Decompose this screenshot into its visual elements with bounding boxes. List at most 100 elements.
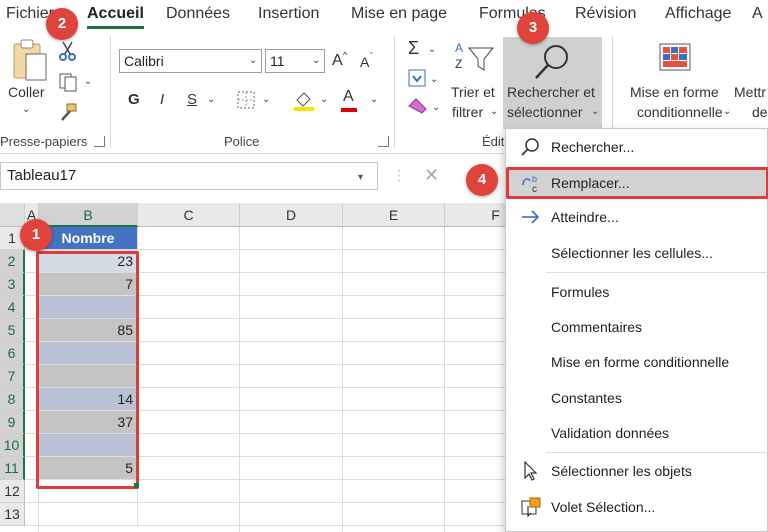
find-select-menu: Rechercher... b c Remplacer... Atteindre… <box>505 128 768 532</box>
clipboard-launcher-icon[interactable] <box>94 136 105 147</box>
row-header[interactable]: 11 <box>0 457 25 480</box>
menu-item-atteindre[interactable]: Atteindre... <box>506 201 768 233</box>
italic-button[interactable]: I <box>160 91 164 108</box>
font-color-button[interactable]: A <box>343 88 354 106</box>
menu-item-mise-en-forme-conditionnelle[interactable]: Mise en forme conditionnelle <box>506 346 768 378</box>
copy-icon[interactable] <box>58 72 80 92</box>
conditional-format-label-1[interactable]: Mise en forme <box>630 84 719 101</box>
format-as-table-label-1[interactable]: Mettr <box>734 84 766 101</box>
menu-item-selectionner-objets[interactable]: Sélectionner les objets <box>506 455 768 487</box>
menu-item-remplacer[interactable]: b c Remplacer... <box>506 167 768 199</box>
font-launcher-icon[interactable] <box>378 136 389 147</box>
fill-handle[interactable] <box>134 483 139 488</box>
row-header[interactable]: 12 <box>0 480 25 503</box>
row-header[interactable]: 7 <box>0 365 25 388</box>
column-header-b[interactable]: B <box>39 203 138 227</box>
conditional-format-label-2[interactable]: conditionnelle <box>637 104 723 121</box>
row-header[interactable]: 3 <box>0 273 25 296</box>
menu-item-validation-donnees[interactable]: Validation données <box>506 417 768 449</box>
empty-cells-area[interactable] <box>138 227 548 532</box>
font-name-dropdown-icon[interactable]: ⌄ <box>249 55 257 66</box>
column-header-e[interactable]: E <box>343 203 445 227</box>
svg-text:b: b <box>532 174 537 184</box>
autosum-icon[interactable]: Σ <box>408 38 419 59</box>
column-header-c[interactable]: C <box>138 203 240 227</box>
svg-text:A: A <box>455 41 463 55</box>
sort-filter-dropdown-icon[interactable]: ⌄ <box>490 106 498 117</box>
row-header[interactable]: 6 <box>0 342 25 365</box>
font-color-swatch <box>341 108 357 112</box>
copy-dropdown-icon[interactable]: ⌄ <box>84 76 92 87</box>
fill-color-dropdown-icon[interactable]: ⌄ <box>320 94 328 105</box>
conditional-format-dropdown-icon[interactable]: ⌄ <box>723 106 731 117</box>
tab-revision[interactable]: Révision <box>575 5 636 23</box>
find-select-label-1[interactable]: Rechercher et <box>507 84 595 101</box>
grow-font-button[interactable]: A <box>332 52 343 70</box>
row-header[interactable]: 2 <box>0 250 25 273</box>
row-header[interactable]: 9 <box>0 411 25 434</box>
menu-separator <box>546 272 768 273</box>
column-header-d[interactable]: D <box>240 203 343 227</box>
find-select-label-2[interactable]: sélectionner <box>507 104 583 121</box>
fill-dropdown-icon[interactable]: ⌄ <box>430 74 438 85</box>
menu-item-label: Atteindre... <box>551 209 619 225</box>
fill-down-icon[interactable] <box>407 68 427 88</box>
tab-affichage[interactable]: Affichage <box>665 5 731 23</box>
menu-item-formules[interactable]: Formules <box>506 276 768 308</box>
cut-icon[interactable] <box>58 40 78 62</box>
paste-label[interactable]: Coller <box>8 84 45 101</box>
font-name-select[interactable]: Calibri <box>119 49 262 73</box>
menu-item-label: Mise en forme conditionnelle <box>551 354 730 370</box>
fill-color-icon[interactable] <box>292 88 316 112</box>
paste-icon[interactable] <box>10 38 50 84</box>
table-cell[interactable] <box>39 503 138 526</box>
row-header[interactable]: 10 <box>0 434 25 457</box>
find-magnifier-icon[interactable] <box>530 42 574 82</box>
paste-dropdown-icon[interactable]: ⌄ <box>22 104 30 115</box>
cancel-entry-icon[interactable]: ✕ <box>424 165 439 186</box>
bold-button[interactable]: G <box>128 91 140 108</box>
tab-donnees[interactable]: Données <box>166 5 230 23</box>
sort-filter-label-1[interactable]: Trier et <box>451 84 495 101</box>
select-all-corner[interactable] <box>0 203 25 227</box>
menu-item-constantes[interactable]: Constantes <box>506 382 768 414</box>
row-header[interactable]: 5 <box>0 319 25 342</box>
borders-icon[interactable] <box>236 90 258 110</box>
group-divider <box>394 36 395 148</box>
sort-filter-label-2[interactable]: filtrer <box>452 104 483 121</box>
shrink-font-button[interactable]: A <box>360 54 369 70</box>
conditional-format-icon[interactable] <box>658 42 694 74</box>
format-as-table-label-2[interactable]: de <box>752 104 768 121</box>
tab-mise-en-page[interactable]: Mise en page <box>351 5 447 23</box>
sort-filter-icon[interactable]: A Z <box>453 40 499 74</box>
table-header-cell[interactable]: Nombre <box>39 227 138 250</box>
clear-icon[interactable] <box>407 96 429 114</box>
formula-bar-grip-icon: ⋮ <box>392 167 406 183</box>
underline-dropdown-icon[interactable]: ⌄ <box>207 94 215 105</box>
tab-more[interactable]: A <box>752 5 763 23</box>
menu-item-label: Formules <box>551 284 610 300</box>
svg-text:Z: Z <box>455 57 462 71</box>
name-box[interactable]: Tableau17 <box>0 162 378 190</box>
row-header[interactable]: 4 <box>0 296 25 319</box>
format-painter-icon[interactable] <box>58 102 80 122</box>
row-header[interactable]: 13 <box>0 503 25 526</box>
tab-insertion[interactable]: Insertion <box>258 5 319 23</box>
menu-item-commentaires[interactable]: Commentaires <box>506 311 768 343</box>
replace-icon: b c <box>522 174 537 193</box>
clear-dropdown-icon[interactable]: ⌄ <box>432 102 440 113</box>
menu-item-volet-selection[interactable]: Volet Sélection... <box>506 491 768 523</box>
row-header[interactable]: 8 <box>0 388 25 411</box>
underline-button[interactable]: S <box>187 91 197 108</box>
name-box-dropdown-icon[interactable]: ▾ <box>358 172 363 183</box>
step-badge-3: 3 <box>517 12 549 44</box>
svg-text:c: c <box>532 184 537 193</box>
find-select-dropdown-icon[interactable]: ⌄ <box>591 106 599 117</box>
font-color-dropdown-icon[interactable]: ⌄ <box>370 94 378 105</box>
menu-item-rechercher[interactable]: Rechercher... <box>506 131 768 163</box>
borders-dropdown-icon[interactable]: ⌄ <box>262 94 270 105</box>
menu-item-selectionner-cellules[interactable]: Sélectionner les cellules... <box>506 237 768 269</box>
font-size-dropdown-icon[interactable]: ⌄ <box>312 55 320 66</box>
autosum-dropdown-icon[interactable]: ⌄ <box>428 44 436 55</box>
tab-accueil[interactable]: Accueil <box>87 5 144 29</box>
